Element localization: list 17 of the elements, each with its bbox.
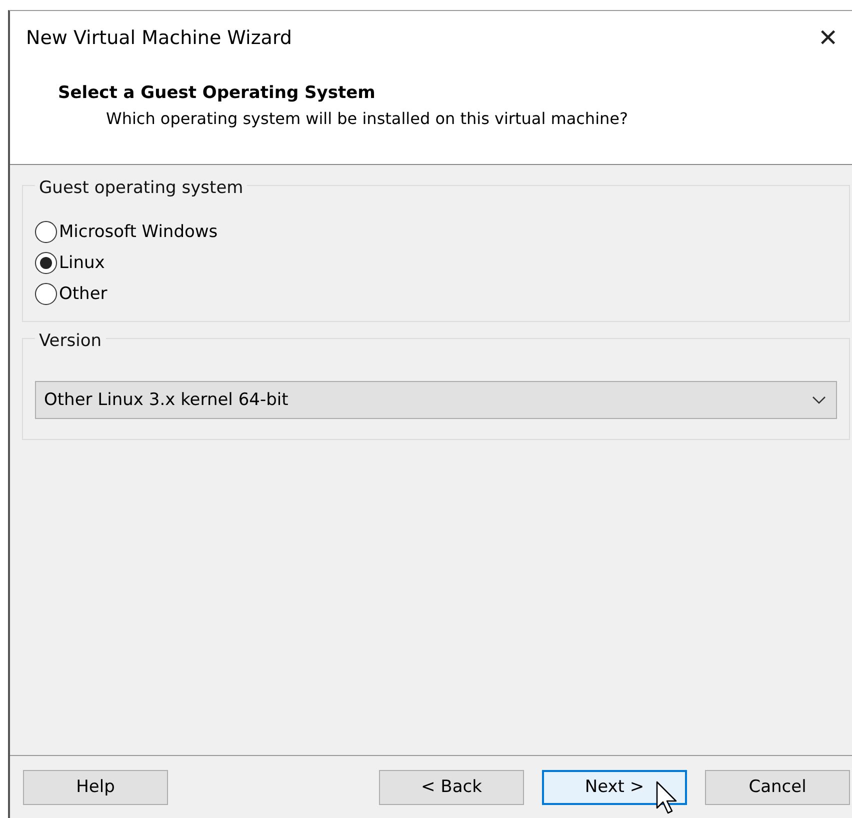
radio-label[interactable]: Microsoft Windows <box>59 222 218 242</box>
page-title: Select a Guest Operating System <box>58 83 376 103</box>
radio-button[interactable] <box>35 282 57 304</box>
back-button[interactable]: < Back <box>379 770 524 804</box>
radio-label[interactable]: Linux <box>59 252 105 272</box>
close-button[interactable]: ✕ <box>808 24 848 52</box>
version-dropdown[interactable]: Other Linux 3.x kernel 64-bit <box>35 381 837 419</box>
radio-button[interactable] <box>35 252 57 274</box>
help-button[interactable]: Help <box>23 770 168 804</box>
radio-label[interactable]: Other <box>59 284 108 304</box>
page-subtitle: Which operating system will be installed on this virtual machine? <box>106 109 628 128</box>
next-button[interactable]: Next > <box>542 770 687 804</box>
window-title: New Virtual Machine Wizard <box>26 27 292 49</box>
group-label: Guest operating system <box>35 178 248 198</box>
radio-button[interactable] <box>35 220 57 242</box>
chevron-down-icon <box>812 396 826 404</box>
cancel-button[interactable]: Cancel <box>705 770 850 804</box>
